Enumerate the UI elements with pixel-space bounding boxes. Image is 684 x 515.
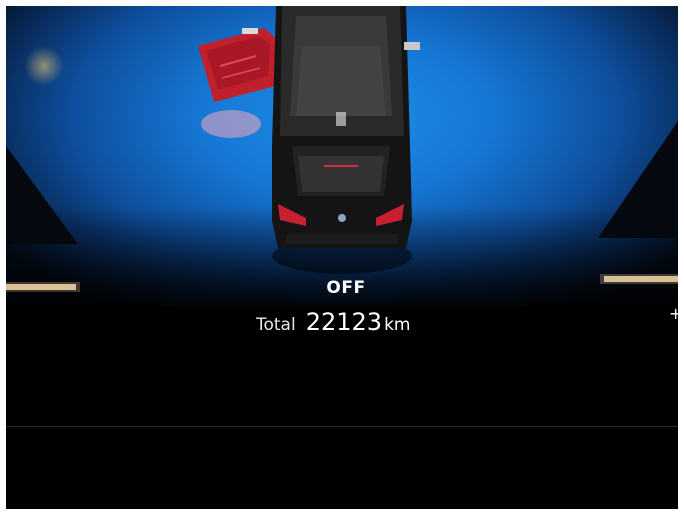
odometer-unit: km [384,315,411,335]
car-top-view-icon [272,6,420,274]
vehicle-status-text: OFF [326,278,366,298]
odometer-value: 22123 [305,308,383,336]
odometer-label: Total [256,315,296,335]
right-lane-marker-icon [598,121,678,284]
instrument-cluster-screen: OFF Total 22123 km + [6,6,678,509]
open-door-warning-icon [198,28,278,138]
screen-divider [6,426,678,427]
left-lane-marker-icon [6,146,80,292]
cluster-graphics [6,6,678,292]
plus-icon: + [669,304,678,323]
odometer: Total 22123 km [256,308,456,336]
